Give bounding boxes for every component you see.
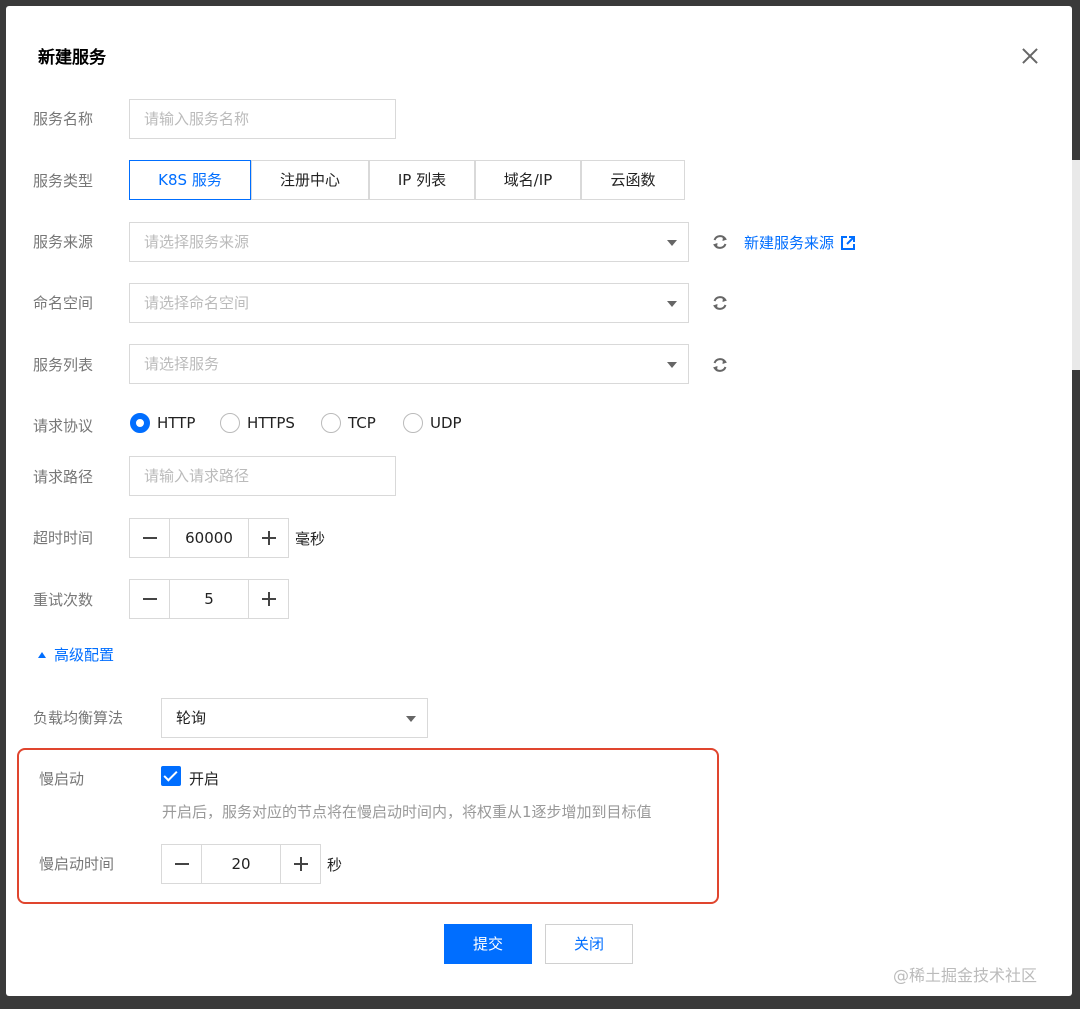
timeout-label: 超时时间 <box>33 529 94 547</box>
namespace-placeholder: 请选择命名空间 <box>144 294 250 312</box>
protocol-option-label: UDP <box>430 414 462 432</box>
slow-start-time-label: 慢启动时间 <box>39 855 115 873</box>
close-icon[interactable] <box>1016 42 1044 70</box>
protocol-radio-https[interactable]: HTTPS <box>220 413 295 433</box>
service-type-label: 服务类型 <box>33 172 94 190</box>
minus-icon[interactable] <box>130 580 170 618</box>
service-name-input[interactable] <box>129 99 396 139</box>
advanced-config-label: 高级配置 <box>54 646 115 664</box>
service-list-label: 服务列表 <box>33 356 94 374</box>
namespace-select[interactable]: 请选择命名空间 <box>129 283 689 323</box>
plus-icon[interactable] <box>248 580 288 618</box>
chevron-down-icon <box>406 716 416 722</box>
service-name-label: 服务名称 <box>33 110 94 128</box>
minus-icon[interactable] <box>130 519 170 557</box>
service-type-cloud-function[interactable]: 云函数 <box>581 160 685 200</box>
load-balance-value: 轮询 <box>176 709 207 727</box>
service-source-placeholder: 请选择服务来源 <box>144 233 250 251</box>
protocol-option-label: TCP <box>348 414 376 432</box>
slow-start-checkbox[interactable] <box>161 766 181 786</box>
timeout-unit: 毫秒 <box>295 530 326 548</box>
protocol-option-label: HTTP <box>157 414 196 432</box>
dialog-title: 新建服务 <box>38 48 106 68</box>
refresh-icon[interactable] <box>710 355 730 375</box>
load-balance-label: 负载均衡算法 <box>33 709 124 727</box>
new-service-source-label: 新建服务来源 <box>744 234 835 252</box>
refresh-icon[interactable] <box>710 232 730 252</box>
service-list-placeholder: 请选择服务 <box>144 355 220 373</box>
protocol-radio-http[interactable]: HTTP <box>130 413 195 433</box>
refresh-icon[interactable] <box>710 293 730 313</box>
plus-icon[interactable] <box>280 845 320 883</box>
slow-start-checkbox-label: 开启 <box>189 770 220 788</box>
slow-start-time-unit: 秒 <box>327 856 343 874</box>
chevron-down-icon <box>667 240 677 246</box>
caret-up-icon <box>38 651 46 658</box>
service-list-select[interactable]: 请选择服务 <box>129 344 689 384</box>
radio-unchecked-icon <box>220 413 240 433</box>
chevron-down-icon <box>667 301 677 307</box>
protocol-radio-udp[interactable]: UDP <box>403 413 462 433</box>
timeout-stepper: 60000 <box>129 518 289 558</box>
service-type-ip-list[interactable]: IP 列表 <box>369 160 475 200</box>
service-source-select[interactable]: 请选择服务来源 <box>129 222 689 262</box>
namespace-label: 命名空间 <box>33 294 94 312</box>
watermark-text: @稀土掘金技术社区 <box>893 966 1038 985</box>
slow-start-label: 慢启动 <box>39 770 85 788</box>
radio-unchecked-icon <box>321 413 341 433</box>
retries-stepper: 5 <box>129 579 289 619</box>
close-button[interactable]: 关闭 <box>545 924 633 964</box>
path-label: 请求路径 <box>33 468 94 486</box>
advanced-config-toggle[interactable]: 高级配置 <box>38 644 114 665</box>
new-service-source-link[interactable]: 新建服务来源 <box>744 232 856 253</box>
chevron-down-icon <box>667 362 677 368</box>
service-source-label: 服务来源 <box>33 233 94 251</box>
load-balance-select[interactable]: 轮询 <box>161 698 428 738</box>
timeout-value[interactable]: 60000 <box>170 519 248 557</box>
path-input[interactable] <box>129 456 396 496</box>
radio-checked-icon <box>130 413 150 433</box>
slow-start-time-stepper: 20 <box>161 844 321 884</box>
protocol-option-label: HTTPS <box>247 414 295 432</box>
minus-icon[interactable] <box>162 845 202 883</box>
protocol-radio-tcp[interactable]: TCP <box>321 413 376 433</box>
plus-icon[interactable] <box>248 519 288 557</box>
radio-unchecked-icon <box>403 413 423 433</box>
service-type-registry[interactable]: 注册中心 <box>251 160 369 200</box>
submit-button[interactable]: 提交 <box>444 924 532 964</box>
service-type-domain-ip[interactable]: 域名/IP <box>475 160 581 200</box>
slow-start-time-value[interactable]: 20 <box>202 845 280 883</box>
service-type-k8s[interactable]: K8S 服务 <box>129 160 251 200</box>
slow-start-highlight-box <box>17 748 719 904</box>
retries-label: 重试次数 <box>33 591 94 609</box>
protocol-label: 请求协议 <box>33 417 94 435</box>
external-link-icon <box>841 235 856 250</box>
retries-value[interactable]: 5 <box>170 580 248 618</box>
slow-start-hint: 开启后，服务对应的节点将在慢启动时间内，将权重从1逐步增加到目标值 <box>162 803 652 821</box>
